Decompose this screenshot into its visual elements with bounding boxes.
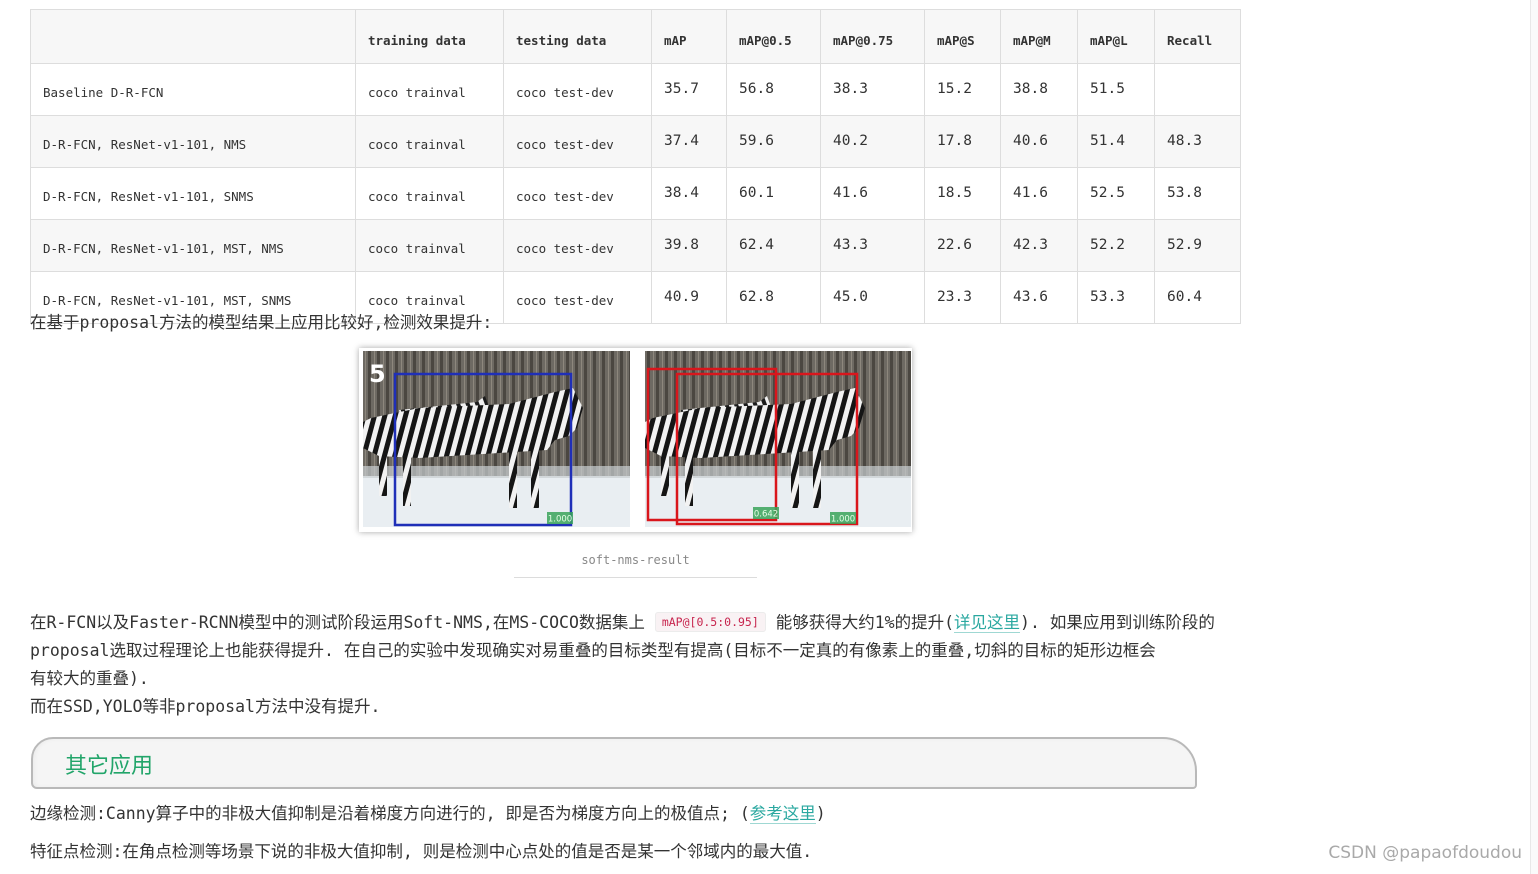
intro-paragraph: 在基于proposal方法的模型结果上应用比较好,检测效果提升: <box>30 313 493 332</box>
left-panel: 1.000 5 <box>363 351 630 527</box>
table-cell: 43.6 <box>1000 271 1078 324</box>
table-cell: 60.1 <box>726 167 821 220</box>
table-cell: 38.8 <box>1000 63 1078 116</box>
left-score-label: 1.000 <box>548 515 572 525</box>
table-cell: coco trainval <box>355 167 504 220</box>
inline-code-map: mAP@[0.5:0.95] <box>654 612 766 632</box>
table-cell: 56.8 <box>726 63 821 116</box>
table-cell: coco trainval <box>355 63 504 116</box>
table-cell: 18.5 <box>924 167 1001 220</box>
edge-text-b: ) <box>815 804 826 823</box>
panel-number: 5 <box>369 360 386 388</box>
table-cell <box>1154 63 1241 116</box>
table-cell: 59.6 <box>726 115 821 168</box>
table-header-cell: mAP@S <box>924 9 1001 64</box>
table-cell: 41.6 <box>1000 167 1078 220</box>
table-cell: 15.2 <box>924 63 1001 116</box>
zebra-comparison-image: 1.000 5 0.642 1.000 <box>363 351 911 527</box>
csdn-watermark: CSDN @papaofdoudou <box>1328 843 1522 863</box>
table-cell: 23.3 <box>924 271 1001 324</box>
table-cell: 52.5 <box>1077 167 1155 220</box>
table-cell: 40.2 <box>820 115 925 168</box>
table-cell: coco trainval <box>355 115 504 168</box>
table-cell: 62.4 <box>726 219 821 272</box>
table-row: Baseline D-R-FCN coco trainval coco test-d… <box>30 63 1241 116</box>
soft-nms-figure: 1.000 5 0.642 1.000 <box>359 348 912 532</box>
body-line-1-text-a: 在R-FCN以及Faster-RCNN模型中的测试阶段运用Soft-NMS,在M… <box>30 613 645 632</box>
feature-point-paragraph: 特征点检测:在角点检测等场景下说的非极大值抑制, 则是检测中心点处的值是否是某一… <box>30 842 813 861</box>
table-cell: 39.8 <box>651 219 727 272</box>
table-cell: 43.3 <box>820 219 925 272</box>
table-cell: 17.8 <box>924 115 1001 168</box>
table-cell: D-R-FCN, ResNet-v1-101, SNMS <box>30 167 356 220</box>
table-cell: 45.0 <box>820 271 925 324</box>
table-cell: coco test-dev <box>503 63 652 116</box>
table-cell: 40.6 <box>1000 115 1078 168</box>
table-header-cell: mAP@0.5 <box>726 9 821 64</box>
table-cell: 38.4 <box>651 167 727 220</box>
table-cell: 40.9 <box>651 271 727 324</box>
table-cell: D-R-FCN, ResNet-v1-101, MST, NMS <box>30 219 356 272</box>
table-cell: D-R-FCN, ResNet-v1-101, NMS <box>30 115 356 168</box>
table-row: D-R-FCN, ResNet-v1-101, MST, NMS coco tra… <box>30 219 1241 272</box>
page-scrollbar[interactable] <box>1530 0 1538 874</box>
table-cell: 62.8 <box>726 271 821 324</box>
table-cell: 38.3 <box>820 63 925 116</box>
table-cell: coco test-dev <box>503 219 652 272</box>
right-score-label-b: 1.000 <box>831 515 855 525</box>
edge-detection-paragraph: 边缘检测:Canny算子中的非极大值抑制是沿着梯度方向进行的, 即是否为梯度方向… <box>30 800 826 828</box>
body-line-2: proposal选取过程理论上也能获得提升. 在自己的实验中发现确实对易重叠的目… <box>30 641 1156 660</box>
body-line-1-text-b: 能够获得大约1%的提升( <box>775 613 955 632</box>
table-cell: 51.4 <box>1077 115 1155 168</box>
table-row: D-R-FCN, ResNet-v1-101, SNMS coco trainva… <box>30 167 1241 220</box>
body-line-1-text-c: ). 如果应用到训练阶段的 <box>1020 613 1215 632</box>
table-cell: Baseline D-R-FCN <box>30 63 356 116</box>
details-link[interactable]: 详见这里 <box>954 613 1021 633</box>
table-cell: 35.7 <box>651 63 727 116</box>
body-line-4: 而在SSD,YOLO等非proposal方法中没有提升. <box>30 697 381 716</box>
table-cell: 41.6 <box>820 167 925 220</box>
body-line-3: 有较大的重叠). <box>30 669 149 688</box>
table-cell: coco test-dev <box>503 115 652 168</box>
figure-caption: soft-nms-result <box>514 553 757 578</box>
table-cell: 51.5 <box>1077 63 1155 116</box>
section-title: 其它应用 <box>65 754 154 779</box>
table-cell: 37.4 <box>651 115 727 168</box>
table-header-cell: mAP@0.75 <box>820 9 925 64</box>
table-cell: coco test-dev <box>503 271 652 324</box>
table-cell: 53.3 <box>1077 271 1155 324</box>
table-cell: 60.4 <box>1154 271 1241 324</box>
edge-text-a: 边缘检测:Canny算子中的非极大值抑制是沿着梯度方向进行的, 即是否为梯度方向… <box>30 804 750 823</box>
table-header-cell: mAP@L <box>1077 9 1155 64</box>
right-panel: 0.642 1.000 <box>645 351 911 527</box>
table-header-cell: mAP@M <box>1000 9 1078 64</box>
reference-link[interactable]: 参考这里 <box>749 804 816 824</box>
table-cell: 22.6 <box>924 219 1001 272</box>
table-row: D-R-FCN, ResNet-v1-101, NMS coco trainval… <box>30 115 1241 168</box>
table-header-cell: Recall <box>1154 9 1241 64</box>
table-header-row: training data testing data mAP mAP@0.5 mAP@0… <box>30 9 1241 64</box>
table-cell: 53.8 <box>1154 167 1241 220</box>
body-line-1: 在R-FCN以及Faster-RCNN模型中的测试阶段运用Soft-NMS,在M… <box>30 609 1215 638</box>
results-table: training data testing data mAP mAP@0.5 mAP@0… <box>30 9 1241 324</box>
table-header-cell <box>30 9 356 64</box>
table-cell: 48.3 <box>1154 115 1241 168</box>
section-heading-box: 其它应用 <box>31 737 1197 789</box>
table-cell: coco test-dev <box>503 167 652 220</box>
table-cell: 52.2 <box>1077 219 1155 272</box>
table-cell: 52.9 <box>1154 219 1241 272</box>
table-header-cell: testing data <box>503 9 652 64</box>
table-cell: 42.3 <box>1000 219 1078 272</box>
table-cell: coco trainval <box>355 219 504 272</box>
table-header-cell: mAP <box>651 9 727 64</box>
right-score-label-a: 0.642 <box>754 510 778 520</box>
table-header-cell: training data <box>355 9 504 64</box>
table-body: Baseline D-R-FCN coco trainval coco test-d… <box>30 63 1241 324</box>
